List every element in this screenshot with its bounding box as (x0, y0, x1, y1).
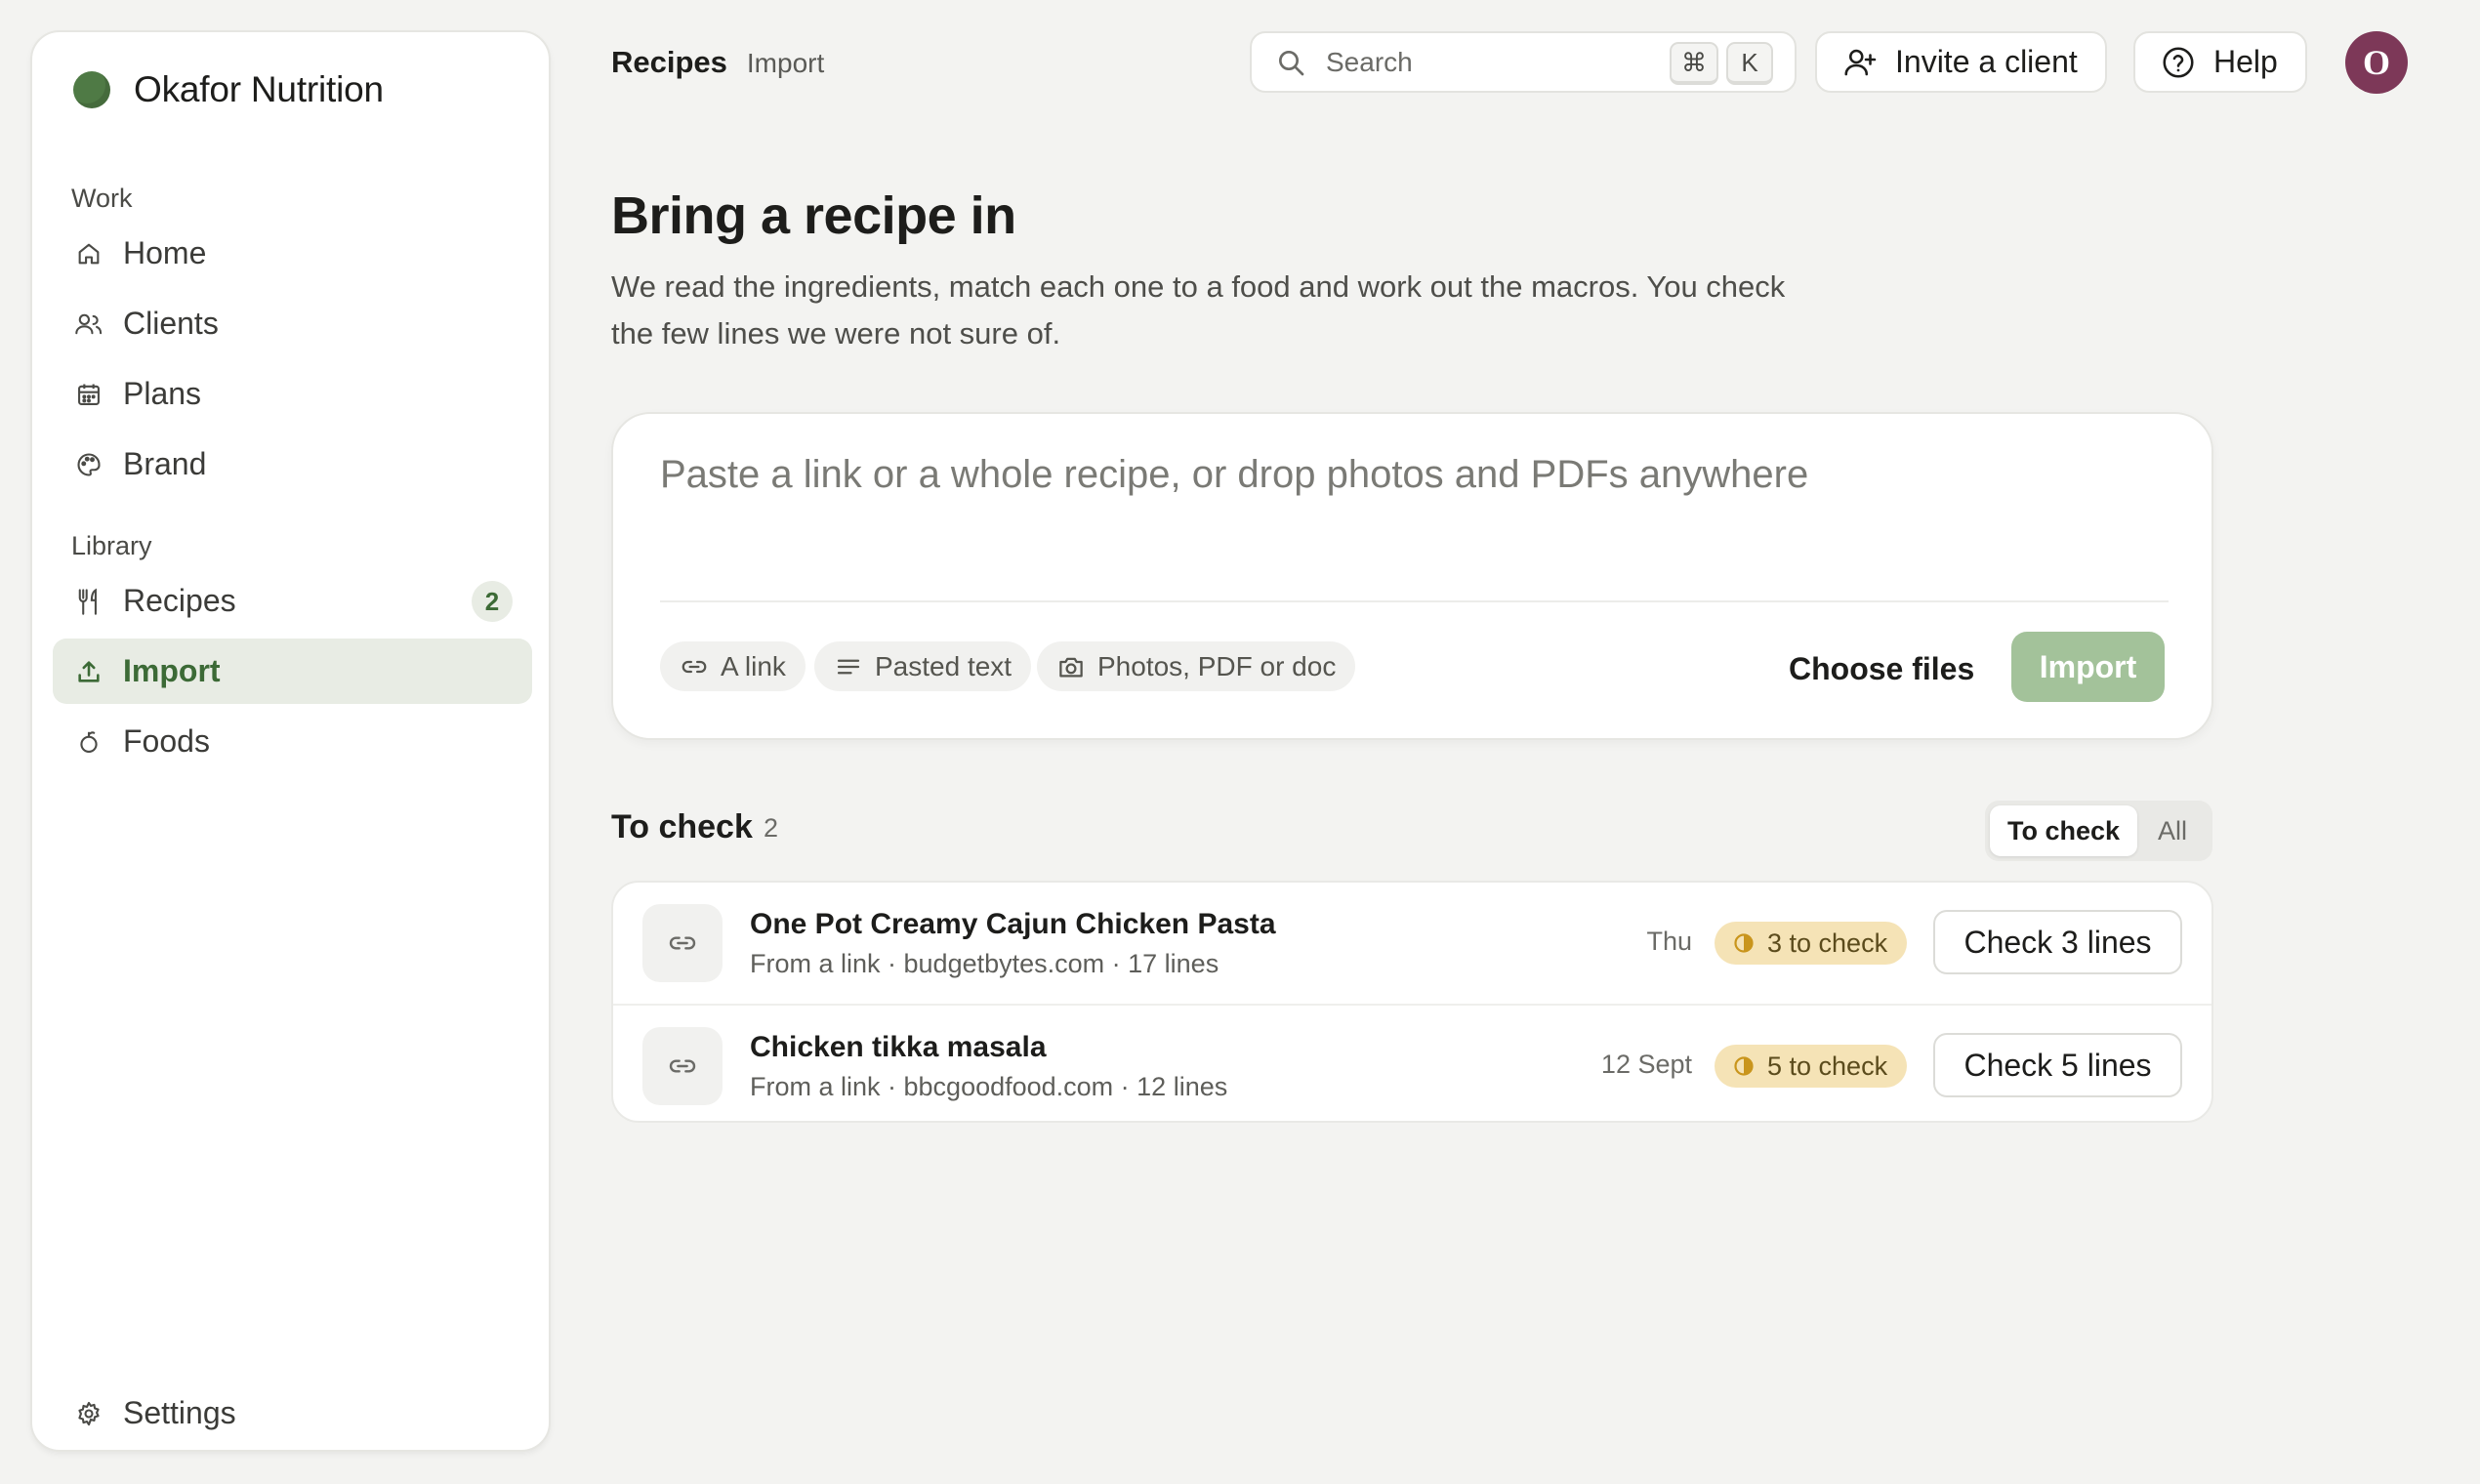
check-lines-button[interactable]: Check 3 lines (1933, 910, 2182, 974)
help-label: Help (2213, 44, 2278, 79)
recipe-date: 12 Sept (1600, 1050, 1692, 1079)
sidebar-item-settings[interactable]: Settings (53, 1381, 532, 1446)
section-label-work: Work (71, 184, 133, 213)
link-icon (642, 1027, 723, 1105)
recipe-title[interactable]: One Pot Creamy Cajun Chicken Pasta (750, 908, 1276, 941)
sidebar-item-label: Foods (123, 723, 210, 759)
brand-logo (73, 71, 110, 108)
gear-icon (74, 1399, 103, 1428)
shortcut-k-key: K (1726, 42, 1773, 85)
sidebar-item-recipes[interactable]: Recipes 2 (53, 568, 532, 634)
invite-client-button[interactable]: Invite a client (1815, 31, 2107, 93)
breadcrumb-recipes[interactable]: Recipes (611, 45, 727, 80)
import-button[interactable]: Import (2011, 632, 2165, 702)
recipes-count-badge: 2 (472, 581, 513, 622)
sidebar-item-label: Settings (123, 1395, 236, 1430)
filter-all[interactable]: All (2137, 805, 2208, 856)
page-title: Bring a recipe in (611, 186, 1016, 245)
source-chip-link[interactable]: A link (660, 641, 806, 691)
filter-toggle: To check All (1985, 801, 2212, 861)
sidebar-item-label: Brand (123, 446, 207, 481)
search-box[interactable]: ⌘ K (1250, 31, 1797, 93)
sidebar-item-label: Home (123, 235, 207, 270)
source-chip-photos[interactable]: Photos, PDF or doc (1037, 641, 1356, 691)
status-badge: 3 to check (1715, 922, 1908, 965)
source-chip-label: Photos, PDF or doc (1097, 650, 1337, 681)
search-input[interactable] (1326, 46, 1638, 78)
link-icon (642, 904, 723, 982)
upload-icon (74, 657, 103, 686)
invite-client-label: Invite a client (1895, 44, 2078, 79)
help-circle-icon (2161, 45, 2196, 80)
calendar-icon (74, 380, 103, 409)
sidebar-item-home[interactable]: Home (53, 221, 532, 286)
filter-to-check[interactable]: To check (1990, 805, 2137, 856)
sidebar-item-import[interactable]: Import (53, 639, 532, 704)
half-circle-icon (1732, 931, 1756, 955)
status-badge-label: 3 to check (1767, 928, 1888, 958)
apple-icon (74, 727, 103, 757)
help-button[interactable]: Help (2133, 31, 2307, 93)
recipe-title[interactable]: Chicken tikka masala (750, 1031, 1047, 1064)
import-card: A link Pasted text Photos, PDF or doc Ch… (611, 412, 2213, 740)
recipe-input[interactable] (660, 453, 2169, 560)
section-label-library: Library (71, 531, 152, 560)
shortcut-cmd-key: ⌘ (1670, 42, 1718, 85)
source-chip-label: Pasted text (875, 650, 1013, 681)
palette-icon (74, 450, 103, 479)
sidebar-item-brand[interactable]: Brand (53, 432, 532, 497)
list-item[interactable]: Chicken tikka masala From a link · bbcgo… (613, 1004, 2211, 1121)
half-circle-icon (1732, 1054, 1756, 1078)
status-badge-label: 5 to check (1767, 1051, 1888, 1081)
list-item[interactable]: One Pot Creamy Cajun Chicken Pasta From … (613, 883, 2211, 1002)
breadcrumb-import: Import (746, 48, 825, 78)
card-divider (660, 600, 2169, 602)
check-lines-button[interactable]: Check 5 lines (1933, 1033, 2182, 1097)
source-chip-label: A link (721, 650, 786, 681)
search-icon (1275, 47, 1306, 78)
utensils-icon (74, 587, 103, 616)
brand: Okafor Nutrition (73, 69, 384, 110)
sidebar-item-plans[interactable]: Plans (53, 361, 532, 427)
to-check-list: One Pot Creamy Cajun Chicken Pasta From … (611, 881, 2213, 1123)
breadcrumb: Recipes Import (611, 45, 824, 80)
to-check-count: 2 (764, 813, 779, 843)
brand-name: Okafor Nutrition (134, 69, 384, 109)
text-lines-icon (834, 652, 863, 681)
home-icon (74, 239, 103, 268)
source-chip-pasted-text[interactable]: Pasted text (814, 641, 1032, 691)
avatar[interactable]: O (2345, 31, 2408, 94)
recipe-date: Thu (1646, 927, 1692, 956)
to-check-title: To check (611, 808, 753, 845)
sidebar-item-label: Clients (123, 306, 219, 341)
status-badge: 5 to check (1715, 1045, 1908, 1088)
sidebar-item-clients[interactable]: Clients (53, 291, 532, 356)
sidebar-item-label: Import (123, 653, 221, 688)
sidebar-item-label: Plans (123, 376, 202, 411)
sidebar: Okafor Nutrition Work Home Clients Plans… (30, 30, 551, 1452)
sidebar-item-label: Recipes (123, 583, 236, 618)
users-icon (74, 309, 103, 339)
camera-icon (1056, 652, 1086, 681)
recipe-meta: From a link · bbcgoodfood.com · 12 lines (750, 1072, 1228, 1101)
link-icon (680, 652, 709, 681)
user-plus-icon (1842, 45, 1878, 80)
sidebar-item-foods[interactable]: Foods (53, 709, 532, 774)
recipe-meta: From a link · budgetbytes.com · 17 lines (750, 949, 1219, 978)
choose-files-button[interactable]: Choose files (1789, 644, 1974, 693)
page-description: We read the ingredients, match each one … (611, 269, 1786, 350)
